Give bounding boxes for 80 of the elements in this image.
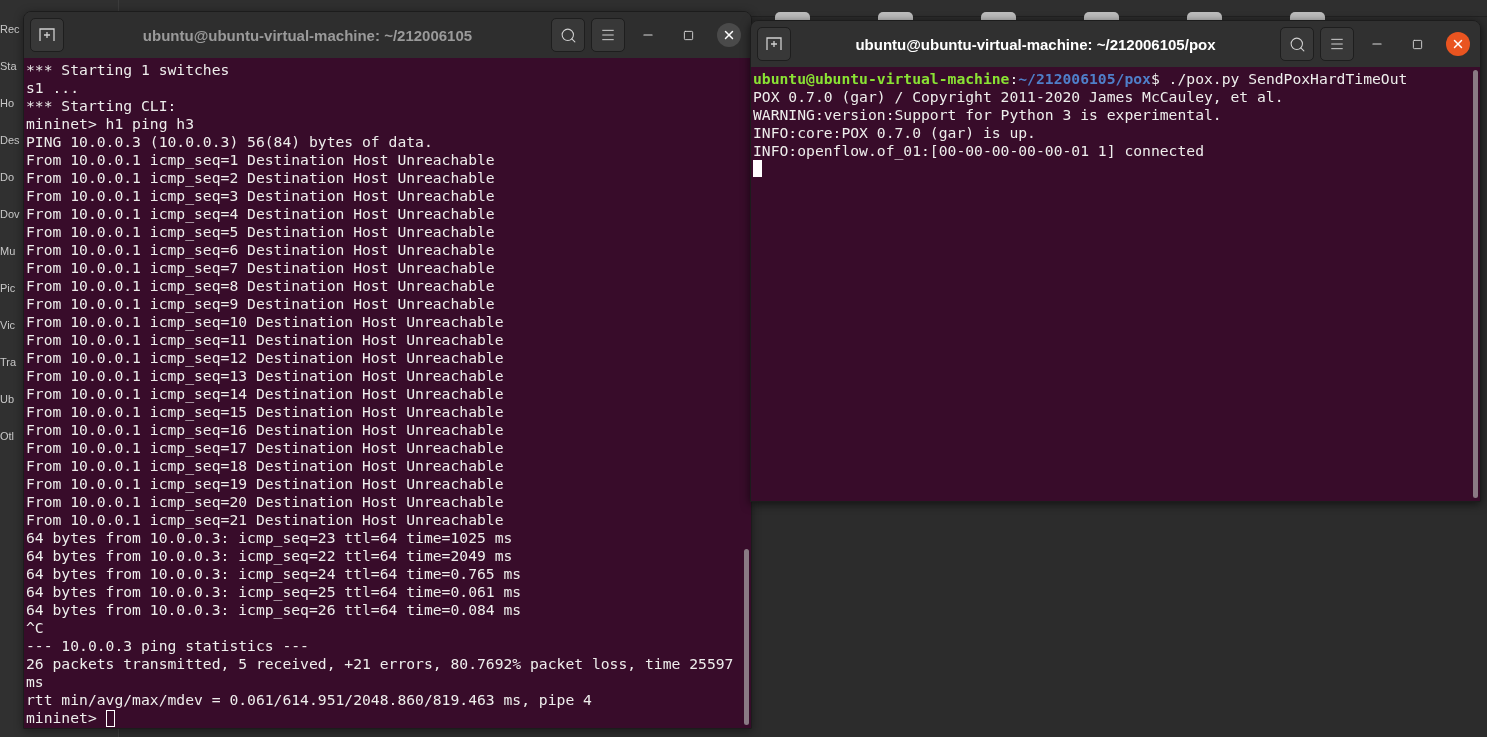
sidebar-item[interactable]: Ub: [0, 390, 15, 408]
window-title: ubuntu@ubuntu-virtual-machine: ~/212006105: [141, 26, 474, 44]
output-line: 64 bytes from 10.0.0.3: icmp_seq=22 ttl=64 time=2049 ms: [26, 547, 513, 565]
output-line: From 10.0.0.1 icmp_seq=18 Destination Host Unreachable: [26, 457, 504, 475]
maximize-icon: [682, 29, 694, 41]
output-line: From 10.0.0.1 icmp_seq=20 Destination Host Unreachable: [26, 493, 504, 511]
output-line: 64 bytes from 10.0.0.3: icmp_seq=23 ttl=64 time=1025 ms: [26, 529, 513, 547]
output-line: From 10.0.0.1 icmp_seq=4 Destination Host Unreachable: [26, 205, 495, 223]
sidebar-item[interactable]: Tra: [0, 353, 17, 371]
output-line: From 10.0.0.1 icmp_seq=9 Destination Host Unreachable: [26, 295, 495, 313]
sidebar-item[interactable]: Ho: [0, 94, 15, 112]
output-line: --- 10.0.0.3 ping statistics ---: [26, 637, 309, 655]
close-icon: [722, 28, 736, 42]
scrollbar-thumb[interactable]: [1473, 70, 1478, 498]
new-tab-icon: [39, 28, 55, 42]
close-button[interactable]: [1446, 32, 1470, 56]
scrollbar-thumb[interactable]: [744, 549, 749, 725]
output-line: INFO:openflow.of_01:[00-00-00-00-00-01 1] connected: [753, 142, 1204, 160]
sidebar-item[interactable]: Pic: [0, 279, 16, 297]
menu-icon: [600, 27, 616, 43]
prompt-line: ubuntu@ubuntu-virtual-machine:~/212006105/pox$ ./pox.py SendPoxHardTimeOut: [753, 70, 1408, 88]
sidebar-item[interactable]: Vic: [0, 316, 16, 334]
menu-button[interactable]: [591, 18, 625, 52]
output-line: From 10.0.0.1 icmp_seq=21 Destination Host Unreachable: [26, 511, 504, 529]
output-line: From 10.0.0.1 icmp_seq=14 Destination Host Unreachable: [26, 385, 504, 403]
output-line: s1 ...: [26, 79, 80, 97]
output-line: WARNING:version:Support for Python 3 is experimental.: [753, 106, 1222, 124]
output-line: ^C: [26, 619, 44, 637]
new-tab-button[interactable]: [30, 18, 64, 52]
output-line: From 10.0.0.1 icmp_seq=10 Destination Host Unreachable: [26, 313, 504, 331]
output-line: *** Starting CLI:: [26, 97, 177, 115]
search-icon: [559, 26, 577, 44]
search-icon: [1288, 35, 1306, 53]
output-line: 64 bytes from 10.0.0.3: icmp_seq=25 ttl=64 time=0.061 ms: [26, 583, 522, 601]
maximize-icon: [1411, 38, 1423, 50]
sidebar-item[interactable]: Otl: [0, 427, 15, 445]
output-line: From 10.0.0.1 icmp_seq=17 Destination Host Unreachable: [26, 439, 504, 457]
output-line: From 10.0.0.1 icmp_seq=8 Destination Host Unreachable: [26, 277, 495, 295]
output-line: From 10.0.0.1 icmp_seq=19 Destination Host Unreachable: [26, 475, 504, 493]
sidebar-item[interactable]: Do: [0, 168, 15, 186]
output-line: From 10.0.0.1 icmp_seq=11 Destination Host Unreachable: [26, 331, 504, 349]
output-line: *** Starting 1 switches: [26, 61, 230, 79]
output-line: From 10.0.0.1 icmp_seq=16 Destination Host Unreachable: [26, 421, 504, 439]
toolbar-tab[interactable]: [1290, 12, 1325, 20]
output-line: From 10.0.0.1 icmp_seq=1 Destination Host Unreachable: [26, 151, 495, 169]
output-line: 64 bytes from 10.0.0.3: icmp_seq=26 ttl=64 time=0.084 ms: [26, 601, 522, 619]
sidebar-item[interactable]: Dov: [0, 205, 20, 223]
output-line: INFO:core:POX 0.7.0 (gar) is up.: [753, 124, 1036, 142]
output-line: mininet> h1 ping h3: [26, 115, 194, 133]
search-button[interactable]: [1280, 27, 1314, 61]
output-line: From 10.0.0.1 icmp_seq=3 Destination Host Unreachable: [26, 187, 495, 205]
sidebar-item[interactable]: Des: [0, 131, 20, 149]
toolbar-tab[interactable]: [878, 12, 913, 20]
toolbar-tab[interactable]: [1187, 12, 1222, 20]
window-title: ubuntu@ubuntu-virtual-machine: ~/212006105/pox: [854, 35, 1217, 53]
output-line: From 10.0.0.1 icmp_seq=7 Destination Host Unreachable: [26, 259, 495, 277]
new-tab-button[interactable]: [757, 27, 791, 61]
output-line: 64 bytes from 10.0.0.3: icmp_seq=24 ttl=64 time=0.765 ms: [26, 565, 522, 583]
toolbar-tab[interactable]: [1084, 12, 1119, 20]
input-prompt: mininet>: [26, 709, 97, 727]
output-line: rtt min/avg/max/mdev = 0.061/614.951/2048.860/819.463 ms, pipe 4: [26, 691, 592, 709]
search-button[interactable]: [551, 18, 585, 52]
toolbar-tab[interactable]: [981, 12, 1016, 20]
close-button[interactable]: [717, 23, 741, 47]
sidebar-item[interactable]: Mu: [0, 242, 16, 260]
output-line: From 10.0.0.1 icmp_seq=5 Destination Host Unreachable: [26, 223, 495, 241]
output-line: From 10.0.0.1 icmp_seq=6 Destination Host Unreachable: [26, 241, 495, 259]
sidebar-item[interactable]: Sta: [0, 57, 17, 75]
output-line: From 10.0.0.1 icmp_seq=2 Destination Host Unreachable: [26, 169, 495, 187]
new-tab-icon: [766, 37, 782, 51]
output-line: From 10.0.0.1 icmp_seq=12 Destination Host Unreachable: [26, 349, 504, 367]
output-line: POX 0.7.0 (gar) / Copyright 2011-2020 James McCauley, et al.: [753, 88, 1284, 106]
output-line: From 10.0.0.1 icmp_seq=15 Destination Host Unreachable: [26, 403, 504, 421]
output-line: From 10.0.0.1 icmp_seq=13 Destination Host Unreachable: [26, 367, 504, 385]
close-icon: [1451, 37, 1465, 51]
menu-button[interactable]: [1320, 27, 1354, 61]
menu-icon: [1329, 36, 1345, 52]
sidebar-item[interactable]: Rec: [0, 20, 20, 38]
toolbar-tab[interactable]: [775, 12, 810, 20]
output-line: PING 10.0.0.3 (10.0.0.3) 56(84) bytes of data.: [26, 133, 433, 151]
